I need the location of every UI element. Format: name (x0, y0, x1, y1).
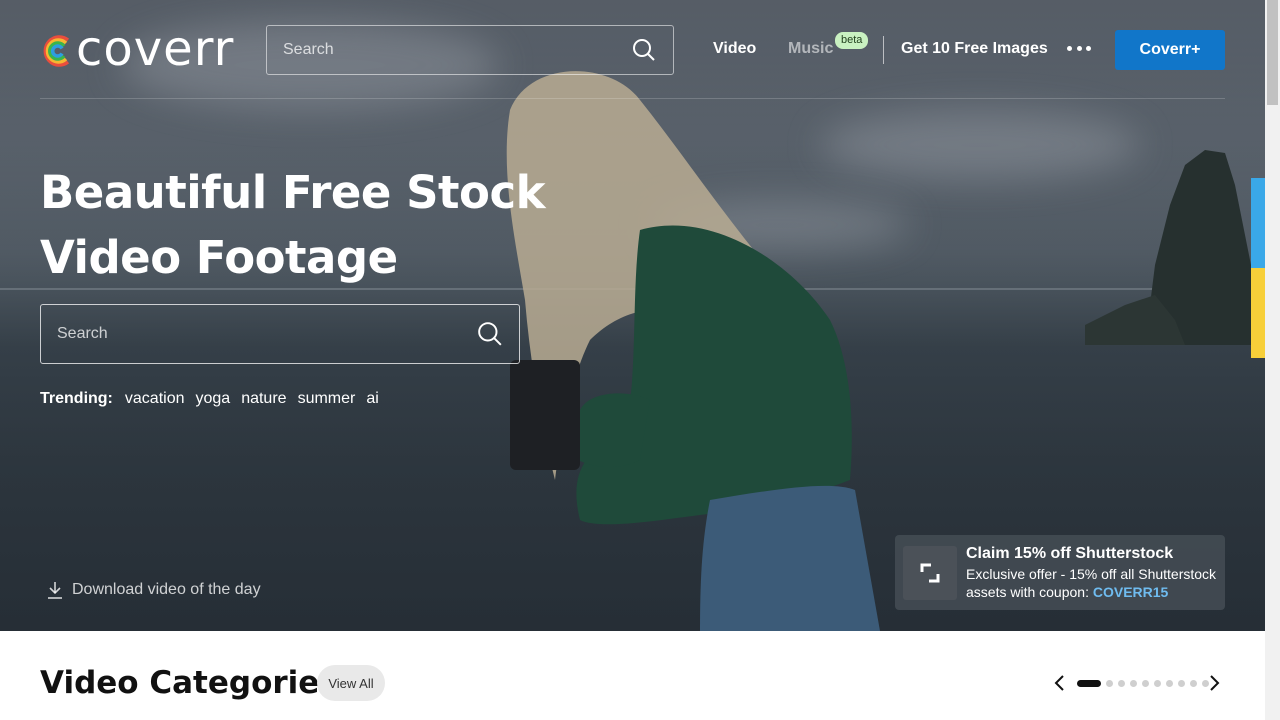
carousel-dot[interactable] (1154, 679, 1161, 687)
page-scrollbar[interactable] (1265, 0, 1280, 720)
trending-tag[interactable]: nature (241, 390, 286, 408)
video-categories-title: Video Categories (40, 665, 338, 701)
carousel-dot[interactable] (1178, 679, 1185, 687)
nav-divider (883, 36, 884, 64)
promo-line-2-text: assets with coupon: (966, 583, 1089, 600)
carousel-dot[interactable] (1118, 679, 1125, 687)
carousel-dot[interactable] (1166, 679, 1173, 687)
side-accent-yellow (1251, 268, 1265, 358)
search-icon[interactable] (631, 37, 657, 63)
promo-title: Claim 15% off Shutterstock (966, 544, 1174, 562)
trending-tag[interactable]: yoga (195, 390, 230, 408)
logo-rainbow-icon (43, 35, 70, 67)
trending-label: Trending: (40, 390, 113, 407)
carousel-dot[interactable] (1106, 679, 1113, 687)
hero-person-graphic (506, 71, 880, 631)
promo-line-1: Exclusive offer - 15% off all Shuttersto… (966, 565, 1217, 582)
hero-title-line-1: Beautiful Free Stock (40, 166, 546, 219)
download-icon (48, 582, 62, 599)
chevron-right-icon[interactable] (1205, 672, 1225, 694)
hero-search-input[interactable] (57, 325, 477, 343)
trending-tag[interactable]: ai (366, 390, 378, 408)
shutterstock-icon (903, 545, 957, 600)
trending-tags: Trending: vacation yoga nature summer ai (40, 390, 390, 408)
more-icon[interactable] (1067, 38, 1091, 58)
trending-tag[interactable]: summer (298, 390, 356, 408)
hero-title-line-2: Video Footage (40, 231, 398, 284)
nav-music-link[interactable]: Music (788, 40, 833, 62)
coverr-logo[interactable]: coverr (40, 24, 234, 74)
carousel-dot[interactable] (1142, 679, 1149, 687)
header-search-input[interactable] (283, 41, 631, 59)
nav-free-images-link[interactable]: Get 10 Free Images (901, 40, 1048, 62)
coverr-plus-button[interactable]: Coverr+ (1115, 30, 1225, 70)
scrollbar-thumb[interactable] (1267, 0, 1278, 105)
music-beta-badge: beta (835, 32, 869, 49)
shutterstock-promo[interactable]: Claim 15% off Shutterstock Exclusive off… (895, 535, 1225, 610)
hero-title: Beautiful Free Stock Video Footage (40, 160, 560, 290)
search-icon[interactable] (477, 321, 503, 347)
carousel-dot[interactable] (1077, 679, 1101, 687)
promo-line-2: assets with coupon: COVERR15 (966, 583, 1216, 601)
download-video-of-day-label: Download video of the day (72, 581, 261, 598)
sea-rock-graphic (1085, 150, 1255, 345)
header-search-bar[interactable] (266, 25, 674, 75)
carousel-dot[interactable] (1130, 679, 1137, 687)
hero-search-bar[interactable] (40, 304, 520, 364)
header-divider (40, 98, 1225, 99)
trending-tag[interactable]: vacation (125, 390, 185, 408)
download-video-of-day-link[interactable]: Download video of the day (47, 581, 261, 599)
logo-text: coverr (76, 21, 235, 77)
chevron-left-icon[interactable] (1049, 672, 1069, 694)
nav-video-link[interactable]: Video (713, 40, 756, 62)
carousel-pagination (1077, 679, 1214, 687)
carousel-dot[interactable] (1190, 679, 1197, 687)
view-all-button[interactable]: View All (317, 665, 385, 701)
side-accent-blue (1251, 178, 1265, 268)
promo-text: Claim 15% off Shutterstock Exclusive off… (966, 545, 1216, 601)
promo-coupon-code: COVERR15 (1092, 583, 1169, 600)
